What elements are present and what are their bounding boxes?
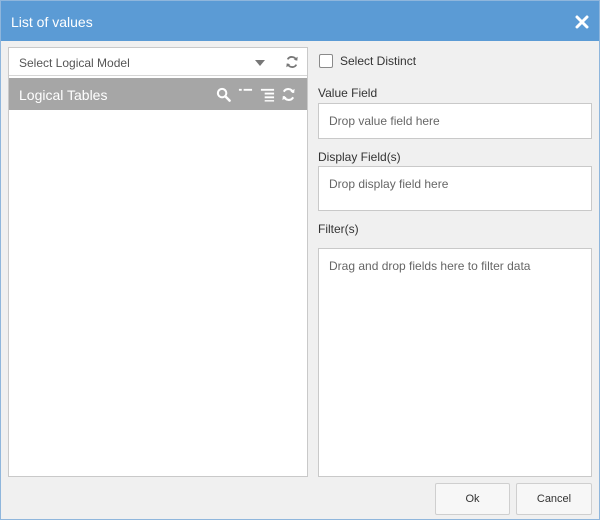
value-field-label: Value Field — [318, 86, 378, 100]
refresh-icon[interactable] — [281, 87, 296, 102]
filters-dropzone[interactable]: Drag and drop fields here to filter data — [318, 248, 592, 477]
refresh-icon[interactable] — [285, 55, 299, 69]
logical-model-select-value: Select Logical Model — [19, 56, 130, 70]
value-field-dropzone[interactable]: Drop value field here — [318, 103, 592, 139]
dialog-title: List of values — [11, 14, 93, 30]
value-field-placeholder: Drop value field here — [329, 114, 440, 128]
filters-placeholder: Drag and drop fields here to filter data — [329, 259, 531, 273]
filters-label: Filter(s) — [318, 222, 359, 236]
list-of-values-dialog: List of values Select Logical Model Logi… — [0, 0, 600, 520]
display-field-dropzone[interactable]: Drop display field here — [318, 166, 592, 211]
display-field-label: Display Field(s) — [318, 150, 401, 164]
select-distinct-checkbox[interactable] — [319, 54, 333, 68]
display-field-placeholder: Drop display field here — [329, 177, 449, 191]
close-icon[interactable] — [575, 15, 589, 29]
logical-model-select[interactable]: Select Logical Model — [9, 48, 307, 76]
logical-tables-panel: Select Logical Model Logical Tables — [8, 47, 308, 477]
ok-button[interactable]: Ok — [435, 483, 510, 515]
logical-tables-title: Logical Tables — [19, 87, 108, 103]
logical-tables-header: Logical Tables — [9, 78, 307, 110]
cancel-button[interactable]: Cancel — [516, 483, 592, 515]
expand-icon[interactable] — [260, 87, 275, 102]
caret-down-icon[interactable] — [255, 60, 265, 66]
select-distinct-label: Select Distinct — [340, 54, 417, 68]
select-distinct-row[interactable]: Select Distinct — [318, 54, 518, 70]
collapse-icon[interactable] — [238, 87, 253, 102]
search-icon[interactable] — [216, 87, 231, 102]
dialog-titlebar[interactable]: List of values — [1, 1, 599, 41]
